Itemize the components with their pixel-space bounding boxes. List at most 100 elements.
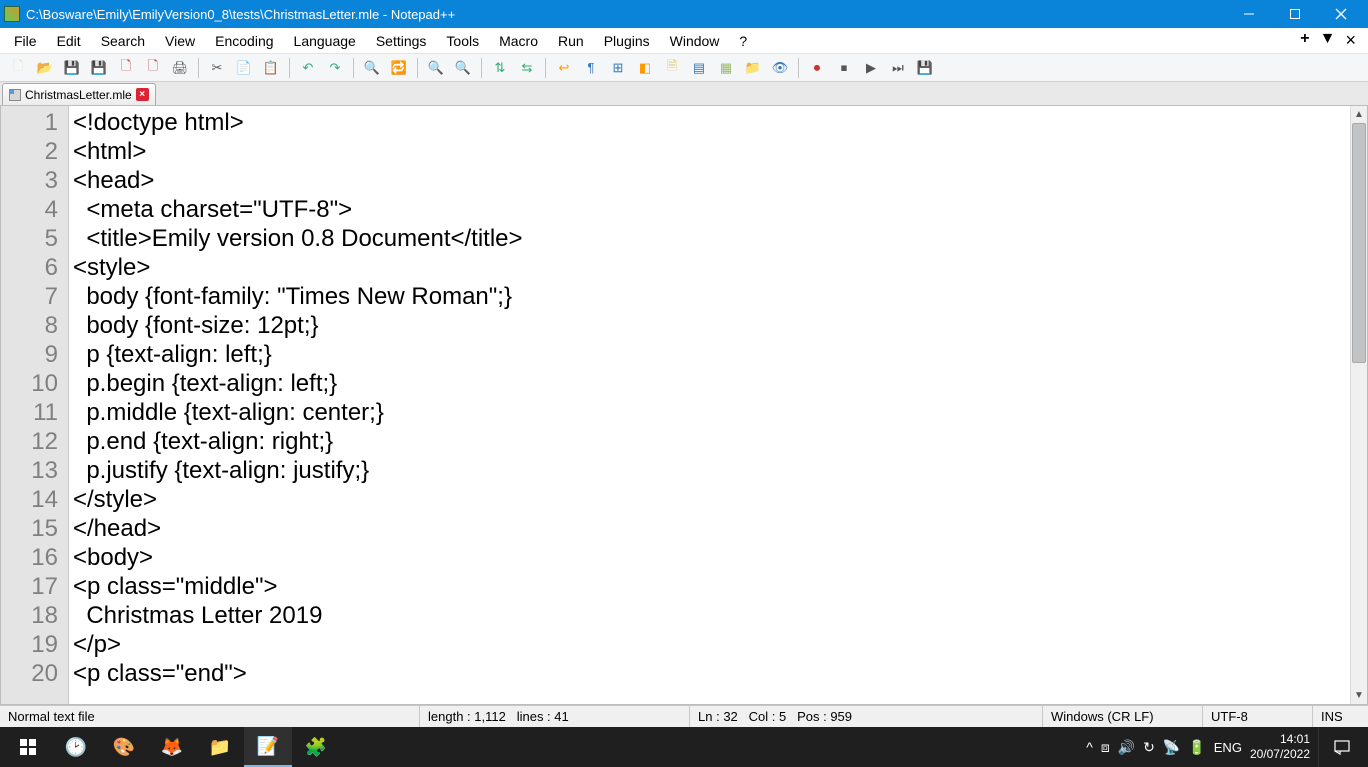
maximize-button[interactable]	[1272, 0, 1318, 28]
menu-macro[interactable]: Macro	[489, 31, 548, 51]
func-list-icon[interactable]: ▤	[687, 57, 711, 79]
menu-edit[interactable]: Edit	[47, 31, 91, 51]
volume-icon[interactable]: 🔊	[1118, 739, 1135, 756]
language-indicator[interactable]: ENG	[1214, 740, 1242, 755]
find-icon[interactable]: 🔍	[360, 57, 384, 79]
code-line[interactable]: <body>	[73, 543, 1346, 572]
tab-close-icon[interactable]: ×	[136, 88, 149, 101]
zoom-out-icon[interactable]: 🔍	[451, 57, 475, 79]
scroll-thumb[interactable]	[1352, 123, 1366, 363]
dropbox-icon[interactable]: ⧈	[1101, 739, 1110, 756]
menu-help[interactable]: ?	[729, 31, 757, 51]
code-line[interactable]: p {text-align: left;}	[73, 340, 1346, 369]
scroll-track[interactable]	[1351, 123, 1367, 687]
open-file-icon[interactable]: 📂	[33, 57, 57, 79]
minimize-button[interactable]	[1226, 0, 1272, 28]
save-macro-icon[interactable]: 💾	[913, 57, 937, 79]
network-tray-icon[interactable]: 📡	[1163, 739, 1180, 756]
code-line[interactable]: </style>	[73, 485, 1346, 514]
notepadpp-taskbar-icon[interactable]: 📝	[244, 727, 292, 767]
record-macro-icon[interactable]: ⏺	[805, 57, 829, 79]
scroll-up-icon[interactable]: ▲	[1351, 106, 1367, 123]
code-line[interactable]: </p>	[73, 630, 1346, 659]
menu-encoding[interactable]: Encoding	[205, 31, 283, 51]
user-lang-icon[interactable]: ◧	[633, 57, 657, 79]
menu-tools[interactable]: Tools	[436, 31, 489, 51]
sync-v-icon[interactable]: ⇅	[488, 57, 512, 79]
code-line[interactable]: body {font-size: 12pt;}	[73, 311, 1346, 340]
dropdown-icon[interactable]: ▼	[1320, 30, 1336, 51]
code-editor[interactable]: <!doctype html><html><head> <meta charse…	[69, 106, 1350, 704]
taskbar-clock[interactable]: 14:01 20/07/2022	[1250, 732, 1310, 762]
close-button[interactable]	[1318, 0, 1364, 28]
print-icon[interactable]: 🖨	[168, 57, 192, 79]
line-number: 13	[5, 456, 58, 485]
save-all-icon[interactable]: 💾	[87, 57, 111, 79]
file-tab[interactable]: ChristmasLetter.mle ×	[2, 83, 156, 105]
sync-h-icon[interactable]: ⇆	[515, 57, 539, 79]
save-icon[interactable]: 💾	[60, 57, 84, 79]
code-line[interactable]: <title>Emily version 0.8 Document</title…	[73, 224, 1346, 253]
vertical-scrollbar[interactable]: ▲ ▼	[1350, 106, 1367, 704]
code-line[interactable]: <html>	[73, 137, 1346, 166]
code-line[interactable]: p.end {text-align: right;}	[73, 427, 1346, 456]
explorer-icon[interactable]: 📁	[196, 727, 244, 767]
menu-plugins[interactable]: Plugins	[594, 31, 660, 51]
toolbar: 🗋 📂 💾 💾 🗋 🗋 🖨 ✂ 📄 📋 ↶ ↷ 🔍 🔁 🔍 🔍 ⇅ ⇆ ↩ ¶ …	[0, 54, 1368, 82]
close-tab-icon[interactable]: ×	[1345, 30, 1356, 51]
menu-settings[interactable]: Settings	[366, 31, 437, 51]
tray-overflow-icon[interactable]: ^	[1086, 739, 1093, 755]
new-tab-icon[interactable]: +	[1300, 30, 1309, 51]
battery-icon[interactable]: 🔋	[1188, 739, 1205, 756]
code-line[interactable]: Christmas Letter 2019	[73, 601, 1346, 630]
code-line[interactable]: </head>	[73, 514, 1346, 543]
code-line[interactable]: <style>	[73, 253, 1346, 282]
menu-run[interactable]: Run	[548, 31, 594, 51]
other-app-icon[interactable]: 🧩	[292, 727, 340, 767]
paint-app-icon[interactable]: 🎨	[100, 727, 148, 767]
cut-icon[interactable]: ✂	[205, 57, 229, 79]
zoom-in-icon[interactable]: 🔍	[424, 57, 448, 79]
new-file-icon[interactable]: 🗋	[6, 57, 30, 79]
play-macro-icon[interactable]: ▶	[859, 57, 883, 79]
menu-language[interactable]: Language	[284, 31, 366, 51]
redo-icon[interactable]: ↷	[323, 57, 347, 79]
clock-app-icon[interactable]: 🕑	[52, 727, 100, 767]
code-line[interactable]: <p class="middle">	[73, 572, 1346, 601]
menu-file[interactable]: File	[4, 31, 47, 51]
menu-view[interactable]: View	[155, 31, 205, 51]
replace-icon[interactable]: 🔁	[387, 57, 411, 79]
start-button[interactable]	[4, 727, 52, 767]
notification-center-icon[interactable]	[1318, 727, 1364, 767]
scroll-down-icon[interactable]: ▼	[1351, 687, 1367, 704]
status-mode[interactable]: INS	[1313, 706, 1368, 727]
folder-workspace-icon[interactable]: ▦	[714, 57, 738, 79]
indent-guide-icon[interactable]: ⊞	[606, 57, 630, 79]
code-line[interactable]: body {font-family: "Times New Roman";}	[73, 282, 1346, 311]
code-line[interactable]: <head>	[73, 166, 1346, 195]
code-line[interactable]: p.justify {text-align: justify;}	[73, 456, 1346, 485]
monitor-icon[interactable]: 👁	[768, 57, 792, 79]
close-all-icon[interactable]: 🗋	[141, 57, 165, 79]
status-eol[interactable]: Windows (CR LF)	[1043, 706, 1203, 727]
copy-icon[interactable]: 📄	[232, 57, 256, 79]
close-file-icon[interactable]: 🗋	[114, 57, 138, 79]
folder-icon[interactable]: 📁	[741, 57, 765, 79]
code-line[interactable]: p.begin {text-align: left;}	[73, 369, 1346, 398]
sync-tray-icon[interactable]: ↻	[1143, 739, 1155, 756]
code-line[interactable]: <!doctype html>	[73, 108, 1346, 137]
play-multi-icon[interactable]: ⏭	[886, 57, 910, 79]
doc-map-icon[interactable]: 🗎	[660, 57, 684, 79]
menu-search[interactable]: Search	[91, 31, 155, 51]
firefox-icon[interactable]: 🦊	[148, 727, 196, 767]
stop-macro-icon[interactable]: ⏹	[832, 57, 856, 79]
code-line[interactable]: <p class="end">	[73, 659, 1346, 688]
paste-icon[interactable]: 📋	[259, 57, 283, 79]
status-encoding[interactable]: UTF-8	[1203, 706, 1313, 727]
show-chars-icon[interactable]: ¶	[579, 57, 603, 79]
code-line[interactable]: <meta charset="UTF-8">	[73, 195, 1346, 224]
code-line[interactable]: p.middle {text-align: center;}	[73, 398, 1346, 427]
word-wrap-icon[interactable]: ↩	[552, 57, 576, 79]
menu-window[interactable]: Window	[660, 31, 730, 51]
undo-icon[interactable]: ↶	[296, 57, 320, 79]
